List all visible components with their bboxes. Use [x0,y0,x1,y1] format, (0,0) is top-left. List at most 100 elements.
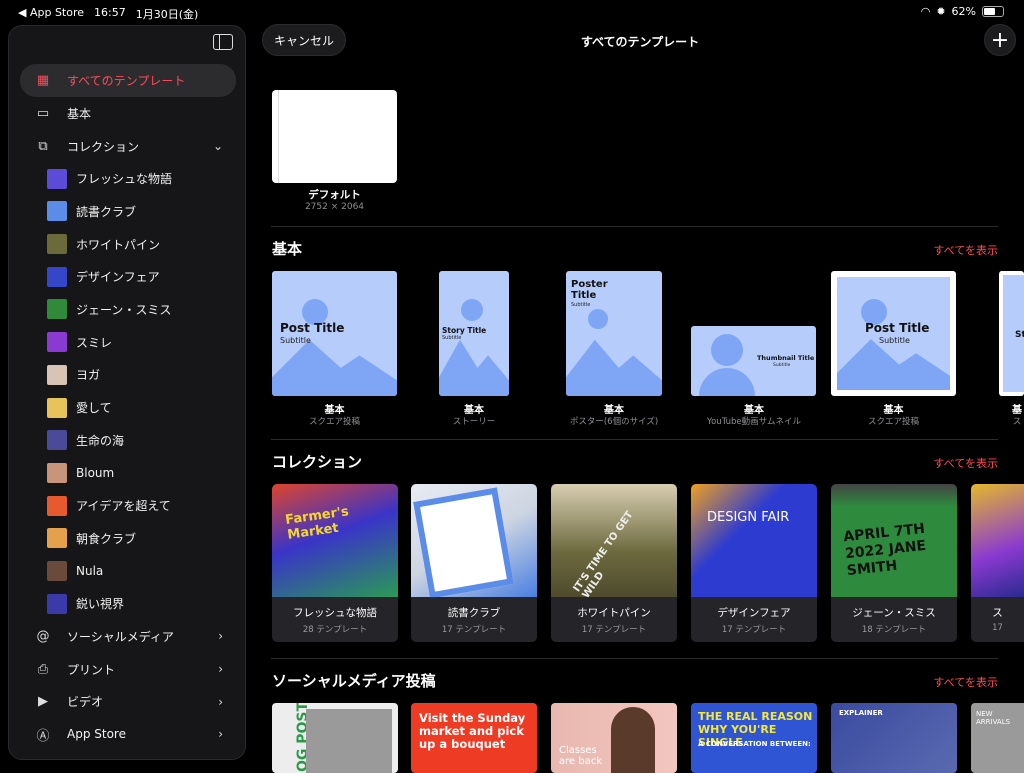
sidebar-item-label: 生命の海 [76,433,125,448]
plus-icon: + [990,27,1010,53]
sidebar-collection-item[interactable]: 愛して [9,391,247,424]
sidebar-item-video[interactable]: ▶ ビデオ › [9,685,247,718]
collection-card-book-club[interactable]: 読書クラブ 17 テンプレート [411,484,537,642]
collection-card-partial[interactable]: ス 17 [971,484,1024,642]
social-card-new-arrivals[interactable]: NEW ARRIVALS [971,703,1024,773]
sidebar-item-label: ソーシャルメディア [67,629,174,644]
status-time: 16:57 [94,6,126,19]
collection-card-design-fair[interactable]: DESIGN FAIR デザインフェア 17 テンプレート [691,484,817,642]
default-template-card[interactable] [272,90,397,183]
template-name: 基 [1012,405,1022,416]
social-card-explainer[interactable]: EXPLAINER [831,703,957,773]
collection-card-white-pine[interactable]: IT'S TIME TO GET WILD ホワイトパイン 17 テンプレート [551,484,677,642]
social-card-blog-post[interactable]: OG POST [272,703,398,773]
template-subtitle: Subtitle [879,336,910,345]
collection-thumbnail-icon [47,430,67,451]
section-title-collection: コレクション [272,453,363,471]
sidebar-toggle-icon[interactable] [213,34,233,50]
social-card-classes[interactable]: Classes are back [551,703,677,773]
template-card-youtube-thumbnail[interactable]: Thumbnail Title Subtitle [691,326,816,396]
sidebar-item-label: アイデアを超えて [76,499,171,514]
template-subtitle: Subtitle [442,335,462,341]
section-title-social: ソーシャルメディア投稿 [272,672,436,690]
sidebar-item-label: デザインフェア [76,270,160,285]
sidebar-collection-item[interactable]: 鋭い視界 [9,587,247,620]
collection-card-fresh-story[interactable]: Farmer's Market フレッシュな物語 28 テンプレート [272,484,398,642]
sidebar-collection-item[interactable]: 朝食クラブ [9,522,247,555]
template-subtitle: Subtitle [571,302,591,308]
sidebar-collection-item[interactable]: ヨガ [9,359,247,392]
sidebar-collection-item[interactable]: アイデアを超えて [9,489,247,522]
status-date: 1月30日(金) [135,8,199,21]
sidebar-collection-item[interactable]: Nula [9,555,247,588]
sidebar-item-label: 読書クラブ [76,204,137,219]
social-card-text: Classes are back [559,745,603,767]
collection-name: デザインフェア [717,607,791,619]
see-all-basic-link[interactable]: すべてを表示 [933,242,998,258]
see-all-social-link[interactable]: すべてを表示 [933,674,998,690]
sidebar-collection-item[interactable]: スミレ [9,326,247,359]
collection-count: 28 テンプレート [302,625,368,635]
video-icon: ▶ [38,694,48,710]
sidebar-collection-item[interactable]: ジェーン・スミス [9,293,247,326]
sidebar-item-printer[interactable]: ⎙ プリント › [9,653,247,686]
sidebar-nav: ▦ すべてのテンプレート ▭ 基本 ⧉ コレクション ⌄ フレッシュな物語読書ク… [9,64,247,751]
status-bar: ◀ App Store 16:57 1月30日(金) ◠ ✹ 62% [0,0,1024,24]
divider [271,226,998,227]
sidebar-item-at[interactable]: @ ソーシャルメディア › [9,620,247,653]
sidebar-item-all-templates[interactable]: ▦ すべてのテンプレート [20,64,236,97]
sidebar-collection-item[interactable]: 読書クラブ [9,195,247,228]
collection-thumbnail-icon [47,168,67,189]
battery-percent: 62% [951,5,976,18]
template-subtitle: Subtitle [280,336,311,345]
sidebar-item-label: 愛して [76,401,112,416]
at-icon: @ [36,628,50,644]
collection-thumbnail-icon [47,266,67,287]
see-all-collection-link[interactable]: すべてを表示 [933,455,998,471]
back-to-app-store-link[interactable]: ◀ App Store [18,6,84,22]
template-kind: ストーリー [452,417,496,427]
template-card-poster[interactable]: Poster Title Subtitle [566,271,662,396]
section-title-basic: 基本 [272,240,303,258]
sidebar-item-app-store[interactable]: Ⓐ App Store › [9,718,247,751]
sidebar-collection-item[interactable]: Bloum [9,457,247,490]
sidebar-item-label: 朝食クラブ [76,531,137,546]
sidebar-collection-item[interactable]: デザインフェア [9,260,247,293]
divider [271,439,998,440]
sidebar-item-collection[interactable]: ⧉ コレクション ⌄ [9,130,247,163]
collection-count: 17 テンプレート [581,625,647,635]
sidebar-item-label: Bloum [76,465,115,480]
collection-card-jane-smith[interactable]: APRIL 7TH 2022 JANE SMITH ジェーン・スミス 18 テンプ… [831,484,957,642]
collection-thumbnail-icon [47,397,67,418]
collection-thumbnail-icon [47,234,67,255]
template-kind: ス [1012,417,1022,427]
template-card-square-post-framed[interactable]: Post Title Subtitle [831,271,956,396]
add-button[interactable]: + [984,24,1016,56]
collection-thumbnail-icon [47,462,67,483]
collection-icon: ⧉ [38,138,48,154]
template-title: Story Title [442,326,487,335]
template-card-partial[interactable]: St [999,271,1024,396]
collection-thumbnail-icon [47,364,67,385]
social-card-sunday-market[interactable]: Visit the Sunday market and pick up a bo… [411,703,537,773]
sidebar-collection-item[interactable]: 生命の海 [9,424,247,457]
template-subtitle: Subtitle [773,363,791,368]
template-card-square-post[interactable]: Post Title Subtitle [272,271,397,396]
template-name: 基本 [464,405,484,416]
sidebar-item-basic[interactable]: ▭ 基本 [9,97,247,130]
social-card-text: EXPLAINER [839,709,883,717]
collection-count: 17 テンプレート [721,625,787,635]
template-kind: スクエア投稿 [867,417,919,427]
template-title: Post Title [280,321,345,335]
sidebar-collection-item[interactable]: ホワイトパイン [9,228,247,261]
template-title: Poster Title [571,279,608,301]
template-title: Post Title [865,321,930,335]
collection-art-text: APRIL 7TH 2022 JANE SMITH [842,520,927,580]
template-title: Thumbnail Title [757,354,815,362]
template-card-story[interactable]: Story Title Subtitle [439,271,509,396]
sidebar-item-label: 基本 [67,106,92,121]
cancel-button[interactable]: キャンセル [262,24,346,56]
collection-name: フレッシュな物語 [293,607,377,619]
social-card-real-reason[interactable]: THE REAL REASON WHY YOU'RE SINGLE A CONV… [691,703,817,773]
sidebar-collection-item[interactable]: フレッシュな物語 [9,162,247,195]
